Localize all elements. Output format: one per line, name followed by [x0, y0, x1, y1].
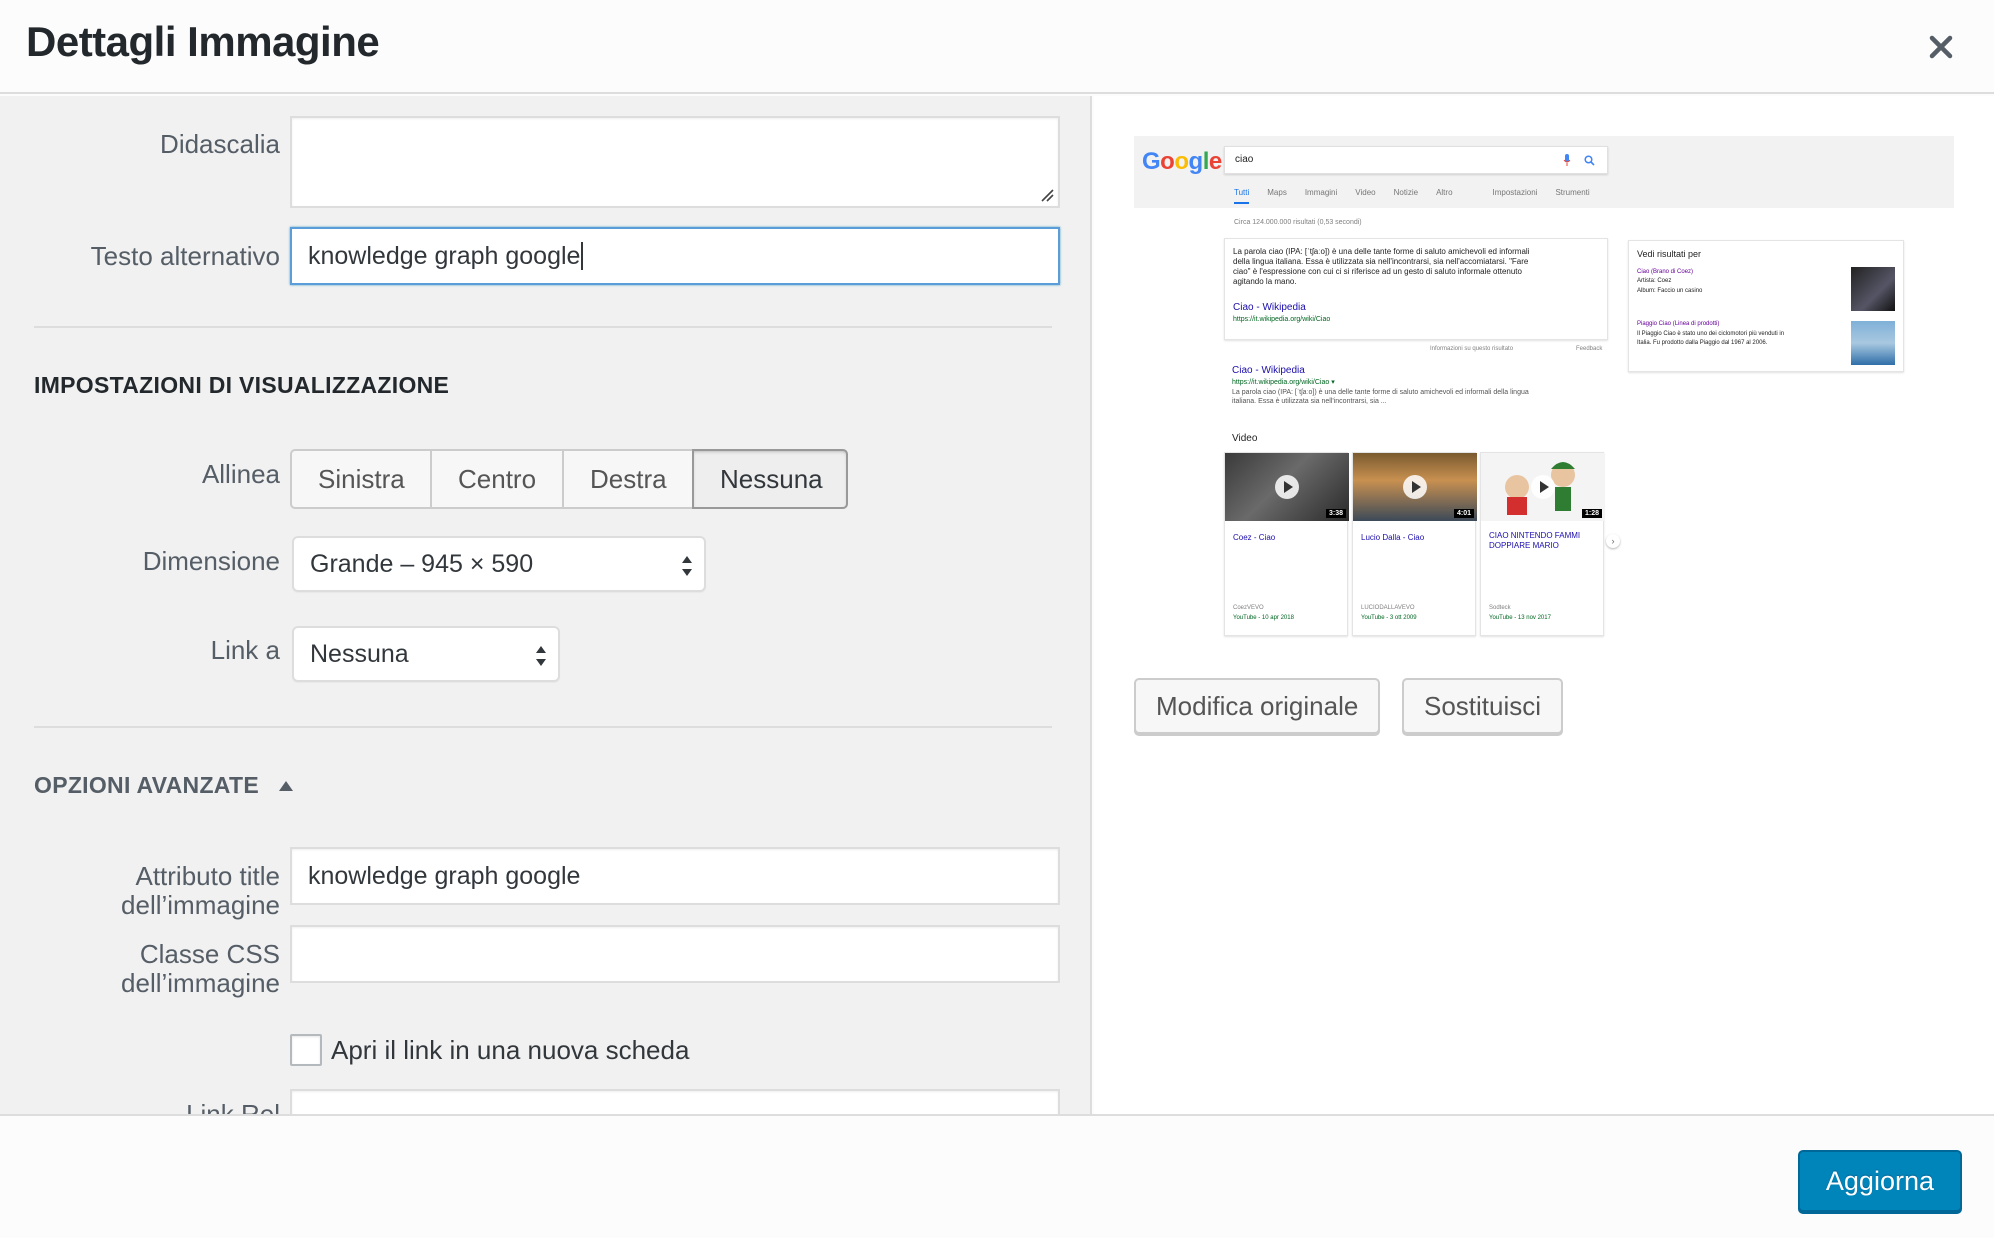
video-card: 1:28 CIAO NINTENDO FAMMI DOPPIARE MARIO …	[1480, 452, 1605, 636]
css-class-label: Classe CSS dell’immagine	[121, 939, 280, 998]
align-left-button[interactable]: Sinistra	[290, 449, 432, 509]
align-none-button[interactable]: Nessuna	[692, 449, 848, 509]
caption-label: Didascalia	[160, 129, 280, 159]
new-tab-label[interactable]: Apri il link in una nuova scheda	[331, 1035, 689, 1066]
advanced-options-toggle[interactable]: OPZIONI AVANZATE	[34, 772, 294, 799]
close-icon	[1929, 35, 1953, 59]
modal-footer: Aggiorna	[0, 1114, 1994, 1238]
caption-textarea[interactable]	[290, 116, 1060, 208]
align-button-group: Sinistra Centro Destra Nessuna	[290, 449, 848, 509]
caret-up-icon	[278, 781, 293, 791]
image-preview-panel: Google ciao Tutti Maps Immagini Video No…	[1094, 96, 1994, 1114]
google-tabs: Tutti Maps Immagini Video Notizie Altro …	[1234, 188, 1608, 204]
divider	[34, 726, 1052, 728]
css-class-input[interactable]	[290, 925, 1060, 983]
link-rel-input[interactable]	[290, 1089, 1060, 1114]
video-thumbnail: 1:28	[1481, 453, 1605, 521]
play-icon	[1403, 475, 1427, 499]
align-label: Allinea	[201, 459, 280, 489]
play-icon	[1531, 475, 1555, 499]
modal-title: Dettagli Immagine	[26, 18, 380, 65]
align-right-button[interactable]: Destra	[562, 449, 694, 509]
image-details-modal: Dettagli Immagine Didascalia Testo alter…	[0, 0, 1994, 1238]
edit-original-button[interactable]: Modifica originale	[1134, 678, 1381, 734]
google-logo: Google	[1142, 148, 1222, 175]
google-search-box: ciao	[1224, 146, 1608, 174]
video-thumbnail: 4:01	[1353, 453, 1477, 521]
video-card: 4:01 Lucio Dalla - Ciao LUCIODALLAVEVO Y…	[1352, 452, 1477, 636]
link-to-select[interactable]: Nessuna	[292, 626, 560, 682]
google-header: Google ciao Tutti Maps Immagini Video No…	[1134, 136, 1954, 208]
divider	[34, 326, 1052, 328]
link-rel-label: Link Rel	[186, 1099, 280, 1115]
result-count: Circa 124.000.000 risultati (0,53 second…	[1234, 219, 1362, 226]
result-title: Ciao - Wikipedia	[1232, 365, 1305, 376]
size-select[interactable]: Grande – 945 × 590	[292, 536, 706, 592]
align-center-button[interactable]: Centro	[430, 449, 564, 509]
new-tab-checkbox[interactable]	[290, 1034, 322, 1066]
microphone-icon	[1563, 154, 1571, 166]
replace-button[interactable]: Sostituisci	[1402, 678, 1564, 734]
song-thumbnail	[1851, 267, 1895, 311]
video-thumbnail: 3:38	[1225, 453, 1349, 521]
scooter-thumbnail	[1851, 321, 1895, 365]
text-cursor	[581, 242, 584, 270]
alt-text-label: Testo alternativo	[90, 241, 280, 271]
link-to-label: Link a	[210, 635, 280, 665]
search-icon	[1584, 155, 1595, 166]
display-settings-title: IMPOSTAZIONI DI VISUALIZZAZIONE	[34, 372, 450, 398]
image-title-input[interactable]: knowledge graph google	[290, 847, 1060, 905]
play-icon	[1275, 475, 1299, 499]
image-thumbnail: Google ciao Tutti Maps Immagini Video No…	[1134, 136, 1954, 648]
video-card: 3:38 Coez - Ciao CoezVEVO YouTube - 10 a…	[1224, 452, 1349, 636]
video-heading: Video	[1232, 433, 1258, 444]
select-arrows-icon	[536, 646, 546, 666]
close-button[interactable]	[1916, 22, 1966, 72]
settings-panel: Didascalia Testo alternativo knowledge g…	[0, 96, 1092, 1114]
chevron-right-icon: ›	[1606, 534, 1620, 548]
update-button[interactable]: Aggiorna	[1797, 1150, 1962, 1212]
featured-snippet: La parola ciao (IPA: [ˈtʃaːo]) è una del…	[1224, 238, 1608, 340]
alt-text-input[interactable]: knowledge graph google	[290, 227, 1060, 285]
size-label: Dimensione	[142, 546, 280, 576]
knowledge-panel: Vedi risultati per Ciao (Brano di Coez) …	[1628, 240, 1904, 372]
select-arrows-icon	[682, 556, 692, 576]
modal-header: Dettagli Immagine	[0, 0, 1994, 94]
image-title-label: Attributo title dell’immagine	[121, 861, 280, 920]
advanced-options-title: OPZIONI AVANZATE	[34, 772, 259, 798]
resize-handle-icon[interactable]	[1040, 188, 1054, 202]
